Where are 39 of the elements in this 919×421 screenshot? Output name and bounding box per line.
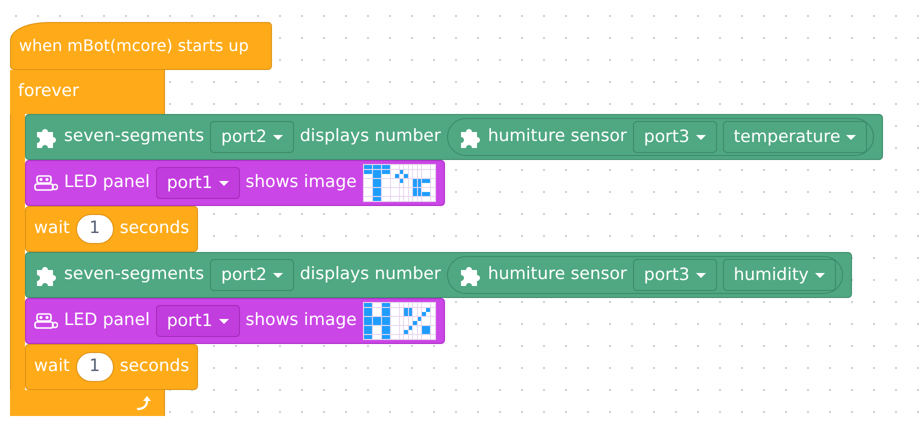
caret-icon [696,272,706,278]
option-dropdown[interactable]: humidity [722,259,836,291]
port-dropdown[interactable]: port1 [156,305,240,337]
port-dropdown[interactable]: port3 [632,259,717,291]
caret-icon [272,134,283,140]
led-image-drawing[interactable] [362,302,436,340]
block-label: seconds [120,217,190,240]
block-label: seven-segments [64,263,204,286]
block-label: shows image [246,309,357,332]
caret-icon [814,272,825,278]
block-label: wait [34,355,70,378]
caret-icon [218,318,229,324]
robot-icon [34,175,58,191]
block-label: LED panel [64,309,150,332]
block-label: wait [34,217,70,240]
block-label: humiture sensor [488,263,627,286]
number-input[interactable]: 1 [76,214,114,244]
block-label: when mBot(mcore) starts up [19,35,249,57]
port-dropdown[interactable]: port1 [156,167,240,199]
block-label: LED panel [64,171,150,194]
led-image-drawing[interactable] [362,164,436,202]
caret-icon [846,134,856,140]
robot-icon [34,313,58,329]
port-dropdown[interactable]: port3 [632,121,717,153]
number-input[interactable]: 1 [76,352,114,382]
option-dropdown[interactable]: temperature [722,121,868,153]
block-label: displays number [300,125,441,148]
loop-arrow-icon [136,396,152,411]
caret-icon [218,180,229,186]
port-dropdown[interactable]: port2 [210,259,294,291]
block-label: shows image [246,171,357,194]
caret-icon [696,134,706,140]
block-label: seven-segments [64,125,204,148]
caret-icon [272,272,283,278]
block-label: seconds [120,355,190,378]
block-label: forever [18,80,79,104]
block-label: displays number [300,263,441,286]
block-label: humiture sensor [488,125,627,148]
port-dropdown[interactable]: port2 [210,121,294,153]
